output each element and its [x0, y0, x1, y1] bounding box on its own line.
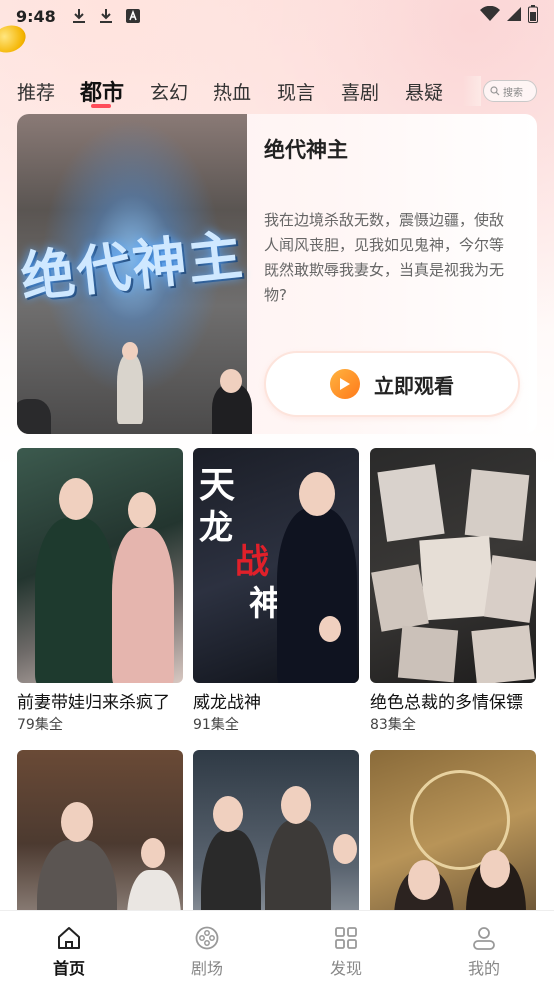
play-icon [330, 369, 360, 399]
drama-title: 前妻带娃归来杀疯了 [17, 693, 170, 713]
drama-card[interactable]: 天 龙 战 神 威龙战神 91集全 [193, 448, 359, 733]
poster-figure [17, 399, 51, 434]
search-icon [490, 86, 500, 96]
nav-home-label: 首页 [52, 959, 85, 978]
status-bar: 9:48 [0, 0, 554, 32]
photo-frame [471, 625, 535, 683]
watch-now-button[interactable]: 立即观看 [264, 351, 520, 417]
nav-discover-label: 发现 [329, 959, 362, 978]
tab-romance[interactable]: 现言 [277, 78, 315, 105]
tab-action[interactable]: 热血 [213, 78, 251, 105]
poster-face [128, 492, 156, 528]
status-time: 9:48 [16, 6, 56, 26]
download-icon [97, 7, 115, 25]
poster-face [480, 850, 510, 888]
drama-poster[interactable] [370, 448, 536, 683]
user-icon [473, 927, 495, 950]
drama-card[interactable]: 前妻带娃归来杀疯了 79集全 [17, 448, 183, 733]
poster-face [213, 796, 243, 832]
search-placeholder: 搜索 [503, 87, 523, 99]
font-a-icon [124, 7, 142, 25]
photo-frame [371, 564, 429, 632]
poster-face [122, 342, 138, 360]
home-icon [58, 927, 80, 949]
poster-face [319, 616, 341, 642]
drama-title: 威龙战神 [193, 693, 261, 713]
bottom-navigation: 首页 剧场 发现 我的 [0, 910, 554, 984]
poster-figure [277, 508, 357, 683]
drama-poster[interactable] [17, 448, 183, 683]
poster-figure [117, 354, 143, 424]
grid-icon [335, 927, 357, 949]
film-reel-icon [195, 926, 219, 950]
featured-description: 我在边境杀敌无数，震慑边疆，使敌人闻风丧胆，见我如见鬼神，今尔等既然敢欺辱我妻女… [264, 211, 505, 304]
photo-frame [397, 625, 459, 683]
nav-home[interactable]: 首页 [34, 925, 104, 979]
photo-frame [377, 464, 445, 542]
featured-card[interactable]: 绝代神主 绝代神主 我在边境杀敌无数，震慑边疆，使敌人闻风丧胆，见我如见鬼神，今… [17, 114, 537, 434]
photo-frame [419, 535, 495, 621]
photo-frame [483, 555, 536, 623]
poster-figure [112, 528, 174, 683]
download-icon [70, 7, 88, 25]
tab-mystery[interactable]: 悬疑 [405, 78, 443, 105]
poster-face [59, 478, 93, 520]
poster-face [141, 838, 165, 868]
category-tabs: 推荐 都市 玄幻 热血 现言 喜剧 悬疑 搜索 [0, 70, 554, 112]
tab-urban[interactable]: 都市 [80, 75, 124, 107]
poster-face [408, 860, 440, 900]
tabs-fade [463, 76, 481, 106]
drama-title: 绝色总裁的多情保镖 [370, 693, 523, 713]
photo-frame [464, 469, 530, 541]
wifi-icon [480, 5, 500, 26]
drama-poster[interactable]: 天 龙 战 神 [193, 448, 359, 683]
nav-profile-label: 我的 [467, 959, 500, 978]
featured-poster-title: 绝代神主 [17, 222, 248, 310]
nav-theater[interactable]: 剧场 [172, 925, 242, 979]
poster-face [299, 472, 335, 516]
featured-title: 绝代神主 [264, 138, 348, 162]
drama-card[interactable]: 绝色总裁的多情保镖 83集全 [370, 448, 536, 733]
tab-comedy[interactable]: 喜剧 [341, 78, 379, 105]
drama-episodes: 83集全 [370, 717, 416, 733]
cell-signal-icon [506, 6, 522, 26]
nav-profile[interactable]: 我的 [449, 925, 519, 979]
tab-fantasy[interactable]: 玄幻 [150, 78, 188, 105]
search-input[interactable]: 搜索 [483, 80, 537, 102]
nav-discover[interactable]: 发现 [311, 925, 381, 979]
battery-icon [528, 5, 538, 27]
poster-art-char: 龙 [199, 508, 233, 548]
watch-now-label: 立即观看 [374, 373, 454, 398]
poster-face [220, 369, 242, 393]
drama-episodes: 91集全 [193, 717, 239, 733]
poster-face [333, 834, 357, 864]
nav-theater-label: 剧场 [190, 959, 223, 978]
active-tab-indicator [91, 104, 111, 108]
poster-face [281, 786, 311, 824]
poster-figure [35, 518, 115, 683]
poster-face [61, 802, 93, 842]
featured-poster[interactable]: 绝代神主 [17, 114, 252, 434]
drama-episodes: 79集全 [17, 717, 63, 733]
tab-recommend[interactable]: 推荐 [17, 78, 55, 105]
